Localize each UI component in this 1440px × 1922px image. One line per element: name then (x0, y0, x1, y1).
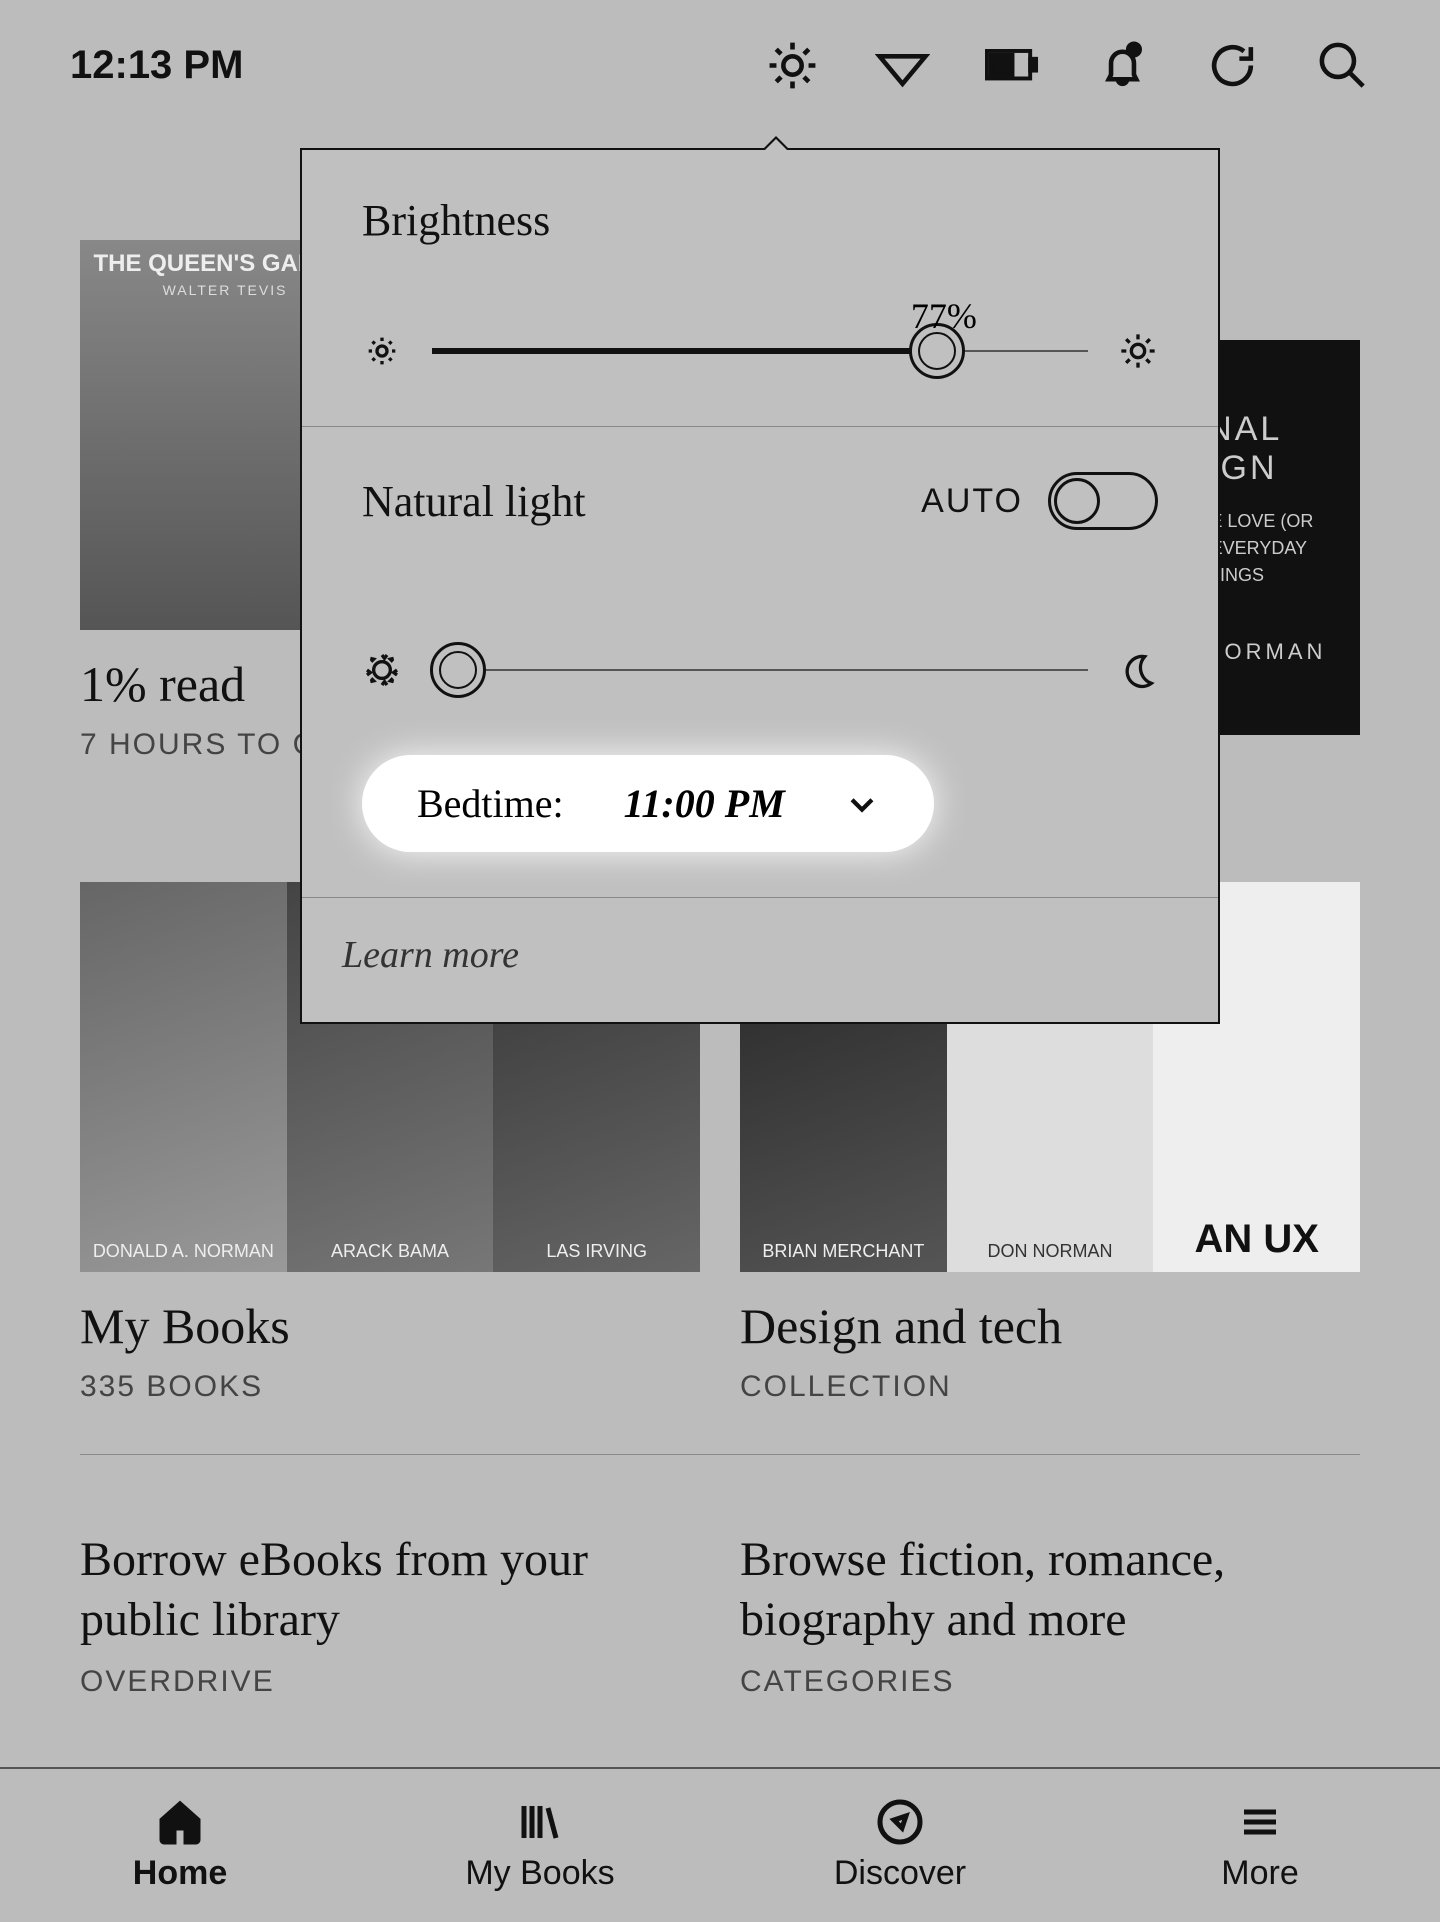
categories-link[interactable]: Browse fiction, romance, biography and m… (740, 1505, 1360, 1699)
bedtime-label: Bedtime: (417, 780, 564, 827)
collection-title: Design and tech (740, 1297, 1360, 1355)
natural-light-title: Natural light (362, 476, 586, 527)
moon-icon (1118, 650, 1158, 690)
brightness-value: 77% (911, 295, 977, 337)
compass-icon (876, 1798, 924, 1846)
natural-light-section: Natural light AUTO Bedtime: 11:00 PM (302, 426, 1218, 897)
clock: 12:13 PM (70, 43, 243, 88)
brightness-high-icon (1118, 331, 1158, 371)
tab-my-books[interactable]: My Books (360, 1769, 720, 1922)
bedtime-selector[interactable]: Bedtime: 11:00 PM (362, 755, 934, 852)
tab-more[interactable]: More (1080, 1769, 1440, 1922)
brightness-low-icon (362, 331, 402, 371)
auto-toggle[interactable] (1048, 472, 1158, 530)
sync-icon[interactable] (1205, 38, 1260, 93)
search-icon[interactable] (1315, 38, 1370, 93)
my-books-title: My Books (80, 1297, 700, 1355)
menu-icon (1236, 1798, 1284, 1846)
auto-label: AUTO (921, 482, 1023, 521)
brightness-slider[interactable]: 77% (362, 321, 1158, 381)
chevron-down-icon (845, 787, 879, 821)
natural-light-slider[interactable] (362, 640, 1158, 700)
sun-icon (362, 650, 402, 690)
tab-home[interactable]: Home (0, 1769, 360, 1922)
notifications-icon[interactable] (1095, 38, 1150, 93)
status-bar: 12:13 PM (0, 0, 1440, 130)
books-icon (516, 1798, 564, 1846)
tab-discover[interactable]: Discover (720, 1769, 1080, 1922)
overdrive-link[interactable]: Borrow eBooks from your public library O… (80, 1505, 700, 1699)
home-icon (156, 1798, 204, 1846)
my-books-count: 335 BOOKS (80, 1370, 700, 1404)
brightness-popover: Brightness 77% Natural light AUTO (300, 148, 1220, 1024)
brightness-icon[interactable] (765, 38, 820, 93)
wifi-icon[interactable] (875, 38, 930, 93)
learn-more-link[interactable]: Learn more (302, 897, 1218, 1022)
brightness-title: Brightness (362, 195, 1158, 246)
collection-sub: COLLECTION (740, 1370, 1360, 1404)
brightness-section: Brightness 77% (302, 150, 1218, 426)
tab-bar: Home My Books Discover More (0, 1767, 1440, 1922)
battery-icon[interactable] (985, 38, 1040, 93)
bedtime-value: 11:00 PM (624, 780, 785, 827)
